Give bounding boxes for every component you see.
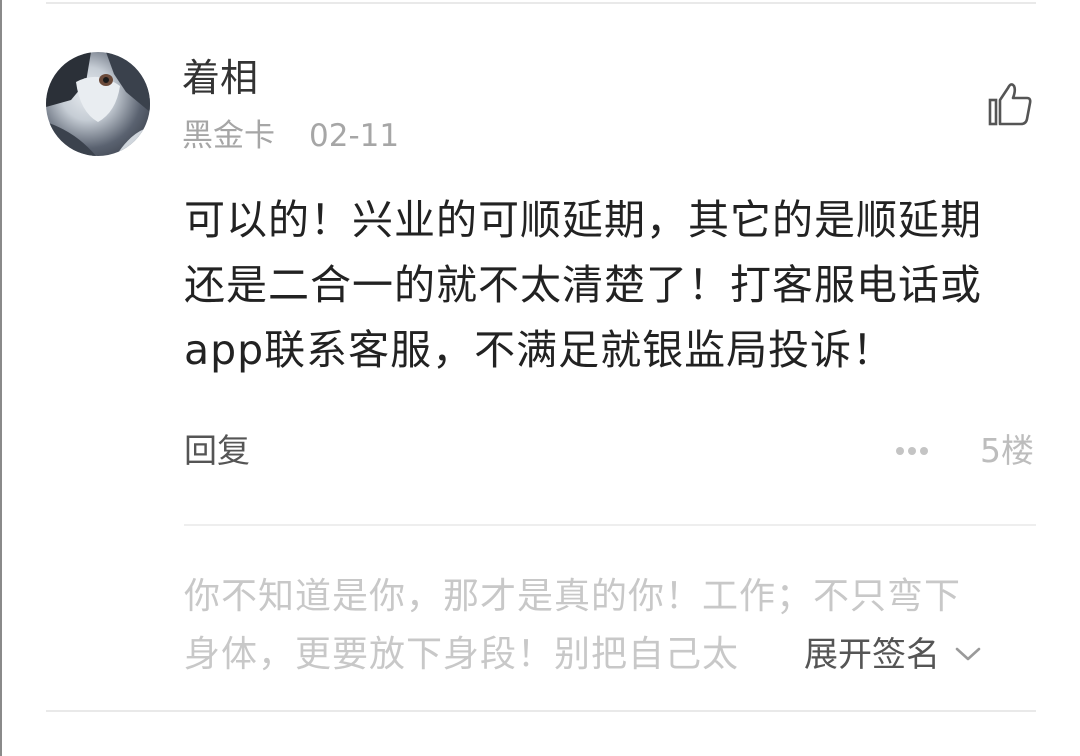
left-border bbox=[0, 0, 2, 756]
signature-divider bbox=[184, 524, 1036, 526]
comment-card: 着相 黑金卡 02-11 可以的！兴业的可顺延期，其它的是顺延期还是二合一的就不太… bbox=[0, 0, 1080, 756]
more-dots-icon bbox=[896, 447, 928, 455]
thumbs-up-icon bbox=[988, 83, 1032, 126]
expand-signature-button[interactable]: 展开签名 bbox=[760, 626, 982, 684]
chevron-down-icon bbox=[955, 647, 981, 660]
like-button[interactable] bbox=[984, 80, 1036, 128]
floor-number: 5楼 bbox=[980, 431, 1034, 470]
avatar[interactable] bbox=[46, 52, 150, 156]
expand-signature-label: 展开签名 bbox=[804, 635, 940, 675]
username[interactable]: 着相 bbox=[182, 52, 258, 104]
bottom-divider bbox=[46, 710, 1036, 712]
top-divider bbox=[46, 2, 1036, 4]
membership-badge: 黑金卡 bbox=[182, 118, 275, 154]
reply-button[interactable]: 回复 bbox=[184, 428, 250, 474]
husky-dog-avatar-icon bbox=[46, 52, 150, 156]
more-options-button[interactable] bbox=[890, 436, 934, 466]
user-meta: 黑金卡 02-11 bbox=[182, 114, 399, 158]
post-date: 02-11 bbox=[309, 118, 400, 154]
comment-body: 可以的！兴业的可顺延期，其它的是顺延期还是二合一的就不太清楚了！打客服电话或ap… bbox=[184, 196, 982, 374]
